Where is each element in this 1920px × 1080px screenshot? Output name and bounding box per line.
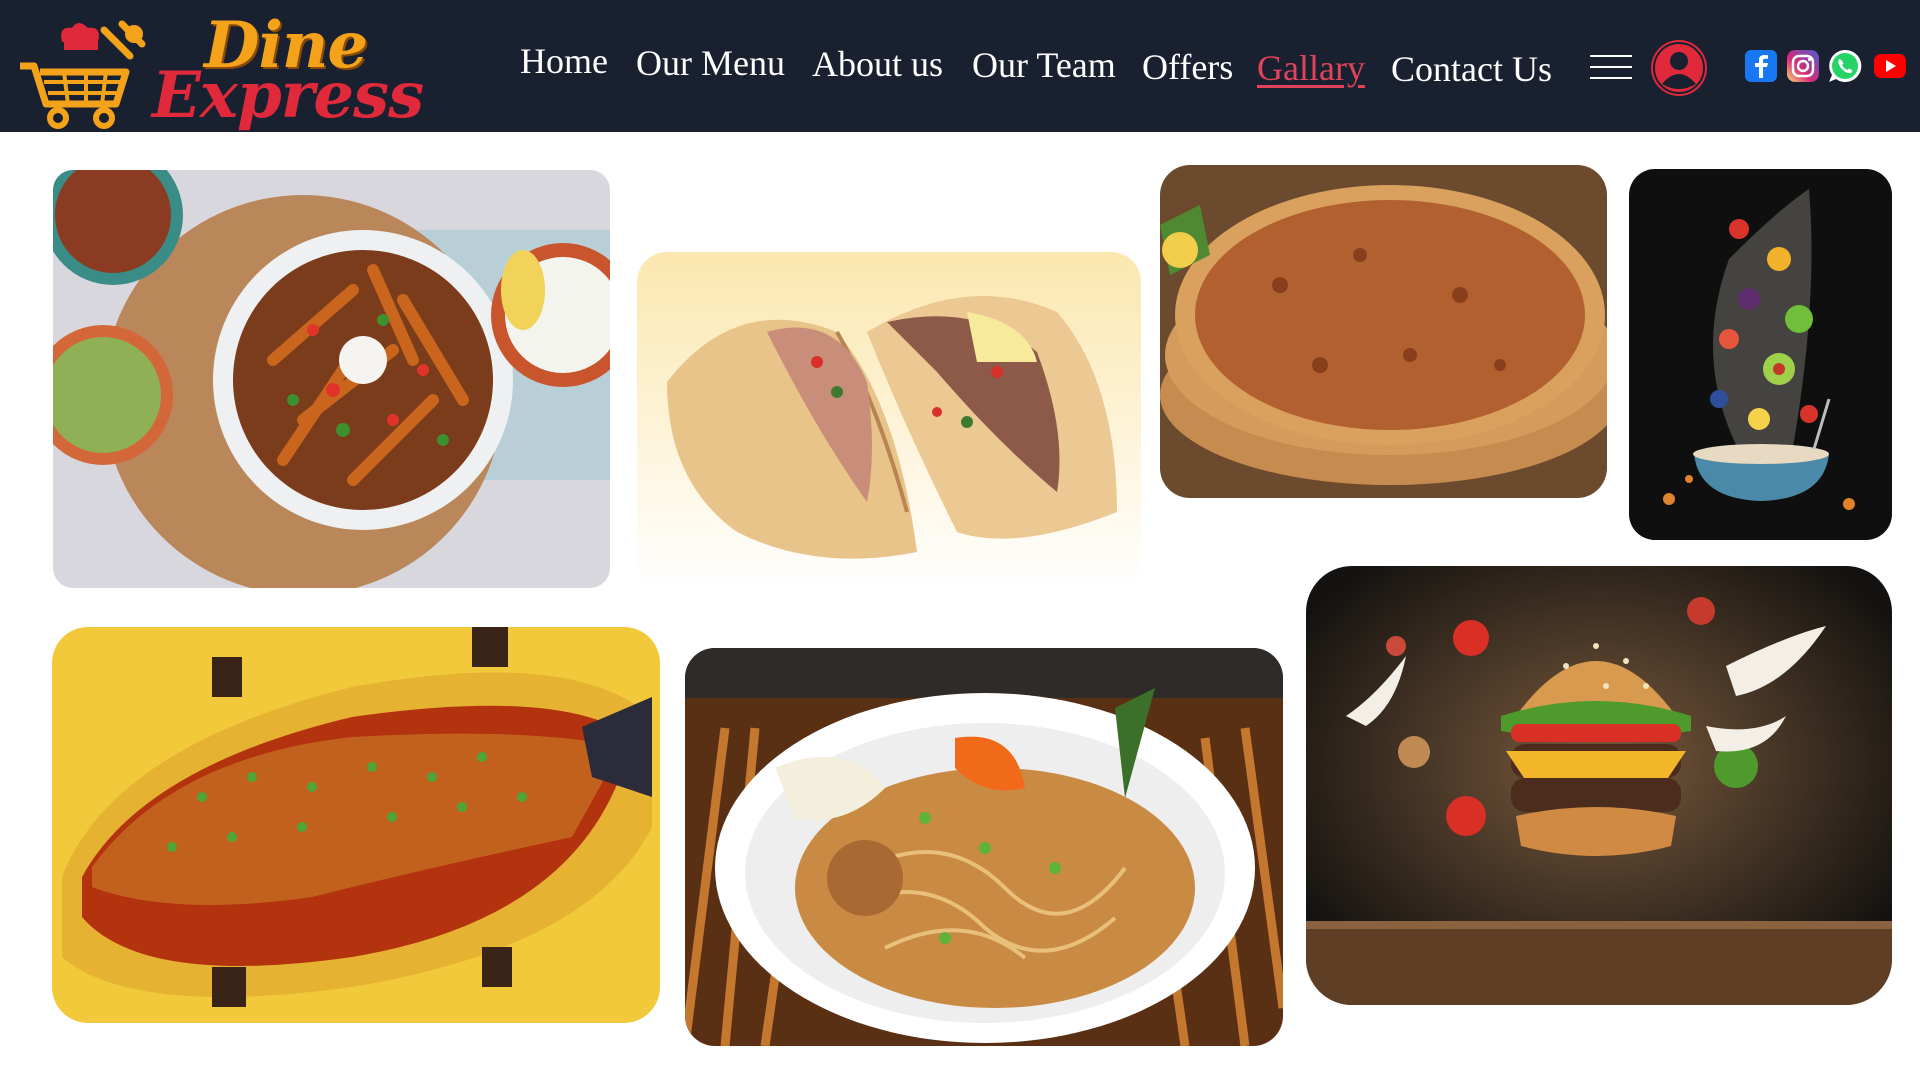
fries-bowl-image — [53, 170, 610, 588]
user-account-icon[interactable] — [1649, 38, 1709, 98]
wraps-image — [637, 252, 1141, 590]
brand-logo[interactable]: Dine Express — [12, 8, 424, 133]
hamburger-menu-icon[interactable] — [1590, 55, 1632, 79]
nav-link-gallary[interactable]: Gallary — [1257, 47, 1365, 89]
gallery-photo-burger[interactable] — [1306, 566, 1892, 1005]
burger-image — [1306, 566, 1892, 1005]
gallery-photo-fries-bowl[interactable] — [53, 170, 610, 588]
nav-link-offers[interactable]: Offers — [1142, 46, 1233, 88]
brand-name-line2: Express — [152, 58, 424, 133]
nav-link-home[interactable]: Home — [520, 40, 608, 82]
gallery-photo-glazed-fish[interactable] — [52, 627, 660, 1023]
nav-link-contact-us[interactable]: Contact Us — [1391, 48, 1552, 90]
nav-link-about-us[interactable]: About us — [812, 43, 943, 85]
gallery-photo-pad-thai[interactable] — [685, 648, 1283, 1046]
flatbread-image — [1160, 165, 1607, 498]
instagram-icon[interactable] — [1785, 48, 1821, 84]
gallery-photo-flatbread[interactable] — [1160, 165, 1607, 498]
fruit-splash-image — [1629, 169, 1892, 540]
whatsapp-icon[interactable] — [1827, 48, 1863, 84]
youtube-icon[interactable] — [1872, 48, 1908, 84]
nav-link-our-team[interactable]: Our Team — [972, 44, 1116, 86]
chef-cart-icon — [20, 20, 146, 129]
facebook-icon[interactable] — [1743, 48, 1779, 84]
gallery-photo-wraps[interactable] — [637, 252, 1141, 590]
nav-link-our-menu[interactable]: Our Menu — [636, 42, 785, 84]
glazed-fish-image — [52, 627, 660, 1023]
gallery-photo-fruit-splash[interactable] — [1629, 169, 1892, 540]
site-header: Dine Express Home Our Menu About us Our … — [0, 0, 1920, 133]
pad-thai-image — [685, 648, 1283, 1046]
